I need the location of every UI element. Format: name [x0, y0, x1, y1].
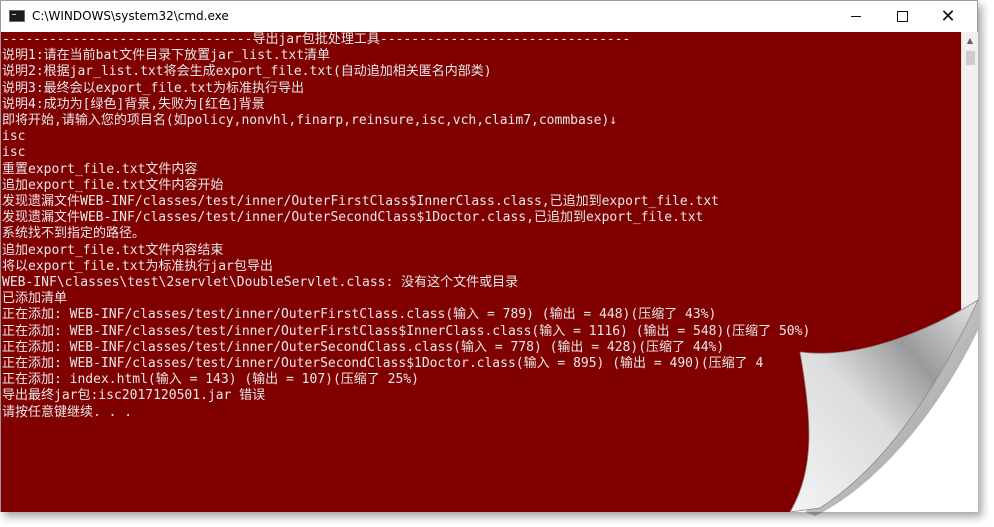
console-line: 导出最终jar包:isc2017120501.jar 错误 [2, 388, 266, 404]
close-icon: ✕ [940, 5, 956, 27]
console-line: 正在添加: WEB-INF/classes/test/inner/OuterFi… [2, 307, 717, 323]
console-line: 正在添加: WEB-INF/classes/test/inner/OuterSe… [2, 339, 725, 355]
console-line: 正在添加: WEB-INF/classes/test/inner/OuterFi… [2, 323, 811, 339]
console-line: 追加export_file.txt文件内容开始 [2, 177, 224, 193]
console-line: 说明1:请在当前bat文件目录下放置jar_list.txt清单 [2, 48, 331, 64]
close-button[interactable]: ✕ [925, 1, 971, 32]
console-line: 追加export_file.txt文件内容结束 [2, 242, 224, 258]
scroll-thumb[interactable] [966, 51, 975, 65]
console-line: 发现遗漏文件WEB-INF/classes/test/inner/OuterSe… [2, 210, 704, 226]
cmd-window: C:\WINDOWS\system32\cmd.exe ✕ ----------… [0, 0, 978, 512]
console-output[interactable]: --------------------------------导出jar包批处… [1, 32, 961, 512]
window-title: C:\WINDOWS\system32\cmd.exe [32, 9, 229, 23]
scroll-up-arrow-icon[interactable]: ▲ [962, 32, 978, 49]
minimize-icon [851, 16, 861, 17]
console-line: 说明4:成功为[绿色]背景,失败为[红色]背景 [2, 96, 265, 112]
console-line: 正在添加: index.html(输入 = 143) (输出 = 107)(压缩… [2, 372, 419, 388]
console-line: 重置export_file.txt文件内容 [2, 161, 198, 177]
title-bar[interactable]: C:\WINDOWS\system32\cmd.exe ✕ [1, 1, 977, 32]
maximize-button[interactable] [879, 1, 925, 32]
console-line: 说明2:根据jar_list.txt将会生成export_file.txt(自动… [2, 64, 492, 80]
minimize-button[interactable] [833, 1, 879, 32]
console-line: 已添加清单 [2, 291, 68, 307]
console-line: 正在添加: WEB-INF/classes/test/inner/OuterSe… [2, 356, 764, 372]
console-line: 即将开始,请输入您的项目名(如policy,nonvhl,finarp,rein… [2, 113, 618, 129]
cmd-app-icon[interactable] [9, 10, 25, 22]
console-line: 系统找不到指定的路径。 [2, 226, 146, 242]
console-line: --------------------------------导出jar包批处… [2, 32, 631, 47]
console-line: isc [2, 129, 26, 145]
console-line: 说明3:最终会以export_file.txt为标准执行导出 [2, 80, 305, 96]
console-line: 发现遗漏文件WEB-INF/classes/test/inner/OuterFi… [2, 194, 719, 210]
console-line: 将以export_file.txt为标准执行jar包导出 [2, 258, 273, 274]
maximize-icon [896, 11, 908, 22]
console-line: isc [2, 145, 26, 161]
console-line: 请按任意键继续. . . [2, 404, 133, 420]
console-line: WEB-INF\classes\test\2servlet\DoubleServ… [2, 275, 519, 291]
console-text: --------------------------------导出jar包批处… [1, 32, 961, 421]
vertical-scrollbar[interactable]: ▲ [961, 32, 978, 512]
